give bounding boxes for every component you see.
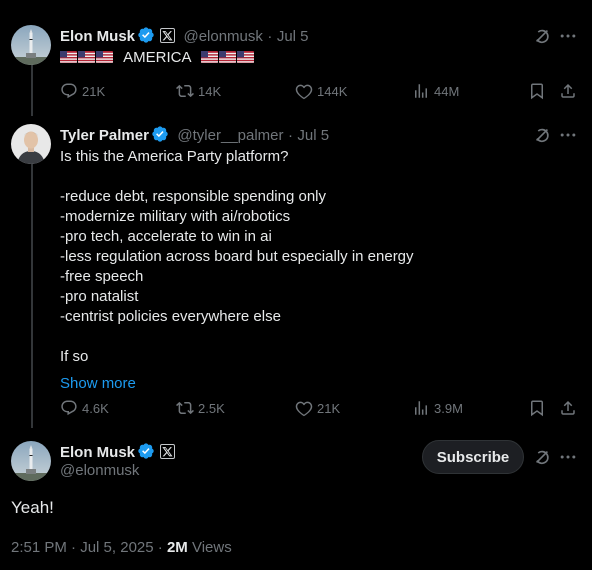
- tweet-text: Yeah!: [11, 498, 54, 517]
- verified-badge-icon: [152, 126, 168, 142]
- avatar-person-image: [11, 124, 51, 164]
- x-affiliate-icon: [160, 444, 176, 459]
- author-name[interactable]: Elon Musk: [60, 444, 135, 461]
- avatar[interactable]: [11, 441, 51, 481]
- tweet-3: Elon Musk @elonmusk Subscribe Yeah! 2:51…: [0, 428, 592, 570]
- tweet-header: Elon Musk @elonmusk: [60, 442, 176, 482]
- grok-icon[interactable]: [532, 26, 552, 46]
- views-count: 2M: [166, 539, 188, 556]
- tweet-full-date[interactable]: Jul 5, 2025: [80, 539, 153, 556]
- views-count: 44M: [434, 83, 460, 99]
- like-button[interactable]: 144K: [295, 82, 347, 100]
- views-count: 3.9M: [434, 400, 463, 416]
- tweet-line: -reduce debt, responsible spending only: [60, 188, 327, 205]
- avatar[interactable]: [11, 124, 51, 164]
- subscribe-button[interactable]: Subscribe: [422, 440, 524, 474]
- thread-line: [31, 164, 33, 428]
- retweet-button[interactable]: 14K: [176, 82, 221, 100]
- share-icon[interactable]: [559, 82, 577, 100]
- tweet-text-content: AMERICA: [123, 49, 192, 66]
- retweet-icon: [176, 84, 194, 98]
- tweet-time[interactable]: 2:51 PM: [11, 539, 67, 556]
- more-icon[interactable]: [558, 447, 578, 467]
- tweet-line: -free speech: [60, 268, 144, 285]
- tweet-line: -modernize military with ai/robotics: [60, 208, 291, 225]
- retweet-count: 14K: [198, 83, 222, 99]
- reply-icon: [61, 400, 77, 416]
- tweet-line: -centrist policies everywhere else: [60, 308, 281, 325]
- views-icon: [415, 84, 427, 98]
- like-icon: [295, 401, 313, 417]
- verified-badge-icon: [138, 443, 154, 459]
- retweet-icon: [176, 401, 194, 415]
- author-handle[interactable]: @elonmusk: [60, 462, 175, 482]
- author-handle[interactable]: @tyler__palmer: [177, 127, 283, 144]
- like-icon: [295, 84, 313, 100]
- separator-dot: ·: [157, 539, 163, 556]
- share-icon[interactable]: [559, 399, 577, 417]
- x-affiliate-icon: [160, 28, 176, 43]
- author-handle[interactable]: @elonmusk: [183, 28, 262, 45]
- reply-count: 21K: [82, 83, 106, 99]
- reply-button[interactable]: 4.6K: [60, 399, 109, 417]
- avatar[interactable]: [11, 25, 51, 65]
- retweet-button[interactable]: 2.5K: [176, 399, 225, 417]
- tweet-1: Elon Musk @elonmusk · Jul 5 AMERICA 21K …: [0, 0, 592, 118]
- author-name[interactable]: Elon Musk: [60, 28, 135, 45]
- tweet-line: Is this the America Party platform?: [60, 148, 289, 165]
- separator-dot: ·: [267, 28, 273, 45]
- more-icon[interactable]: [558, 125, 578, 145]
- verified-badge-icon: [138, 27, 154, 43]
- like-count: 144K: [317, 83, 348, 99]
- tweet-line: [60, 327, 580, 347]
- separator-dot: ·: [287, 127, 293, 144]
- reply-button[interactable]: 21K: [60, 82, 105, 100]
- more-icon[interactable]: [558, 26, 578, 46]
- author-name[interactable]: Tyler Palmer: [60, 127, 149, 144]
- flag-usa-icon: [60, 49, 114, 66]
- separator-dot: ·: [71, 539, 77, 556]
- tweet-line: -pro tech, accelerate to win in ai: [60, 228, 272, 245]
- views-button[interactable]: 3.9M: [412, 399, 463, 417]
- tweet-text: Is this the America Party platform? -red…: [60, 147, 580, 394]
- flag-usa-icon: [200, 49, 255, 66]
- tweet-header: Tyler Palmer @tyler__palmer · Jul 5: [60, 125, 329, 145]
- tweet-line: -pro natalist: [60, 288, 139, 305]
- avatar-rocket-image: [11, 25, 51, 65]
- tweet-date[interactable]: Jul 5: [277, 28, 309, 45]
- reply-count: 4.6K: [82, 400, 109, 416]
- grok-icon[interactable]: [532, 125, 552, 145]
- reply-icon: [61, 83, 77, 99]
- retweet-count: 2.5K: [198, 400, 225, 416]
- tweet-line: -less regulation across board but especi…: [60, 248, 414, 265]
- bookmark-icon[interactable]: [528, 82, 546, 100]
- avatar-rocket-image: [11, 441, 51, 481]
- views-label: Views: [191, 539, 232, 556]
- tweet-line: [60, 167, 580, 187]
- like-count: 21K: [317, 400, 341, 416]
- tweet-meta: 2:51 PM · Jul 5, 2025 · 2M Views: [11, 539, 232, 556]
- thread-line: [31, 64, 33, 116]
- tweet-header: Elon Musk @elonmusk · Jul 5: [60, 26, 309, 46]
- tweet-text: AMERICA: [60, 48, 255, 70]
- tweet-2: Tyler Palmer @tyler__palmer · Jul 5 Is t…: [0, 118, 592, 428]
- grok-icon[interactable]: [532, 447, 552, 467]
- tweet-line: If so: [60, 348, 89, 365]
- tweet-date[interactable]: Jul 5: [297, 127, 329, 144]
- views-button[interactable]: 44M: [412, 82, 459, 100]
- like-button[interactable]: 21K: [295, 399, 340, 417]
- show-more-link[interactable]: Show more: [60, 374, 580, 394]
- views-icon: [415, 401, 427, 415]
- bookmark-icon[interactable]: [528, 399, 546, 417]
